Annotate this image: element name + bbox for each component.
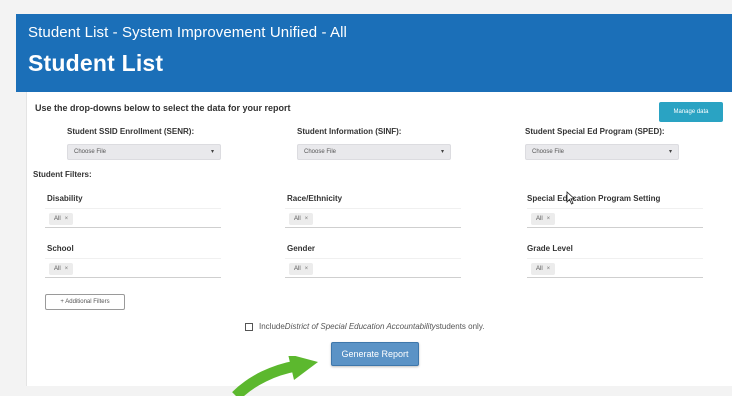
page: Student List - System Improvement Unifie… [0, 0, 732, 396]
filter-tag-label: All [54, 266, 61, 272]
school-label: School [47, 244, 74, 253]
sped-select[interactable]: Choose File ▾ [525, 144, 679, 160]
filter-tag-label: All [294, 266, 301, 272]
sped-label: Student Special Ed Program (SPED): [525, 127, 665, 136]
manage-data-button[interactable]: Manage data [659, 102, 723, 122]
gender-label: Gender [287, 244, 316, 253]
filter-tag: All × [531, 213, 556, 225]
gender-filter[interactable]: All × [285, 258, 461, 278]
sinf-select[interactable]: Choose File ▾ [297, 144, 451, 160]
caret-down-icon: ▾ [210, 149, 214, 155]
filter-tag-label: All [54, 216, 61, 222]
dsea-label-prefix: Include [259, 322, 285, 331]
race-ethnicity-filter[interactable]: All × [285, 208, 461, 228]
race-ethnicity-label: Race/Ethnicity [287, 194, 343, 203]
filter-tag: All × [289, 263, 314, 275]
page-title: Student List [28, 50, 164, 76]
generate-report-button[interactable]: Generate Report [331, 342, 419, 366]
report-instructions: Use the drop-downs below to select the d… [35, 103, 291, 113]
remove-tag-icon[interactable]: × [547, 266, 551, 272]
remove-tag-icon[interactable]: × [65, 216, 69, 222]
caret-down-icon: ▾ [440, 149, 444, 155]
remove-tag-icon[interactable]: × [547, 216, 551, 222]
disability-label: Disability [47, 194, 83, 203]
filter-tag: All × [531, 263, 556, 275]
filter-tag: All × [49, 263, 74, 275]
sped-setting-label: Special Education Program Setting [527, 194, 661, 203]
grade-level-filter[interactable]: All × [527, 258, 703, 278]
sinf-label: Student Information (SINF): [297, 127, 402, 136]
sinf-select-value: Choose File [304, 149, 337, 155]
remove-tag-icon[interactable]: × [305, 266, 309, 272]
filter-tag: All × [289, 213, 314, 225]
filter-tag-label: All [294, 216, 301, 222]
page-header: Student List - System Improvement Unifie… [16, 14, 732, 92]
sped-setting-filter[interactable]: All × [527, 208, 703, 228]
senr-select-value: Choose File [74, 149, 107, 155]
grade-level-label: Grade Level [527, 244, 573, 253]
report-card: Use the drop-downs below to select the d… [26, 92, 732, 386]
dsea-label-emphasis: District of Special Education Accountabi… [284, 322, 436, 331]
sped-select-value: Choose File [532, 149, 565, 155]
remove-tag-icon[interactable]: × [65, 266, 69, 272]
filter-tag-label: All [536, 266, 543, 272]
curved-arrow-icon [232, 356, 318, 396]
senr-select[interactable]: Choose File ▾ [67, 144, 221, 160]
dsea-label-suffix: students only. [435, 322, 485, 331]
mouse-pointer-icon [566, 191, 576, 205]
filter-tag: All × [49, 213, 74, 225]
school-filter[interactable]: All × [45, 258, 221, 278]
filters-heading: Student Filters: [33, 170, 92, 179]
senr-label: Student SSID Enrollment (SENR): [67, 127, 195, 136]
dsea-option: Include District of Special Education Ac… [245, 322, 484, 331]
additional-filters-button[interactable]: + Additional Filters [45, 294, 125, 310]
remove-tag-icon[interactable]: × [305, 216, 309, 222]
page-subtitle: Student List - System Improvement Unifie… [28, 24, 347, 41]
filter-tag-label: All [536, 216, 543, 222]
disability-filter[interactable]: All × [45, 208, 221, 228]
dsea-checkbox[interactable] [245, 322, 253, 331]
caret-down-icon: ▾ [668, 149, 672, 155]
